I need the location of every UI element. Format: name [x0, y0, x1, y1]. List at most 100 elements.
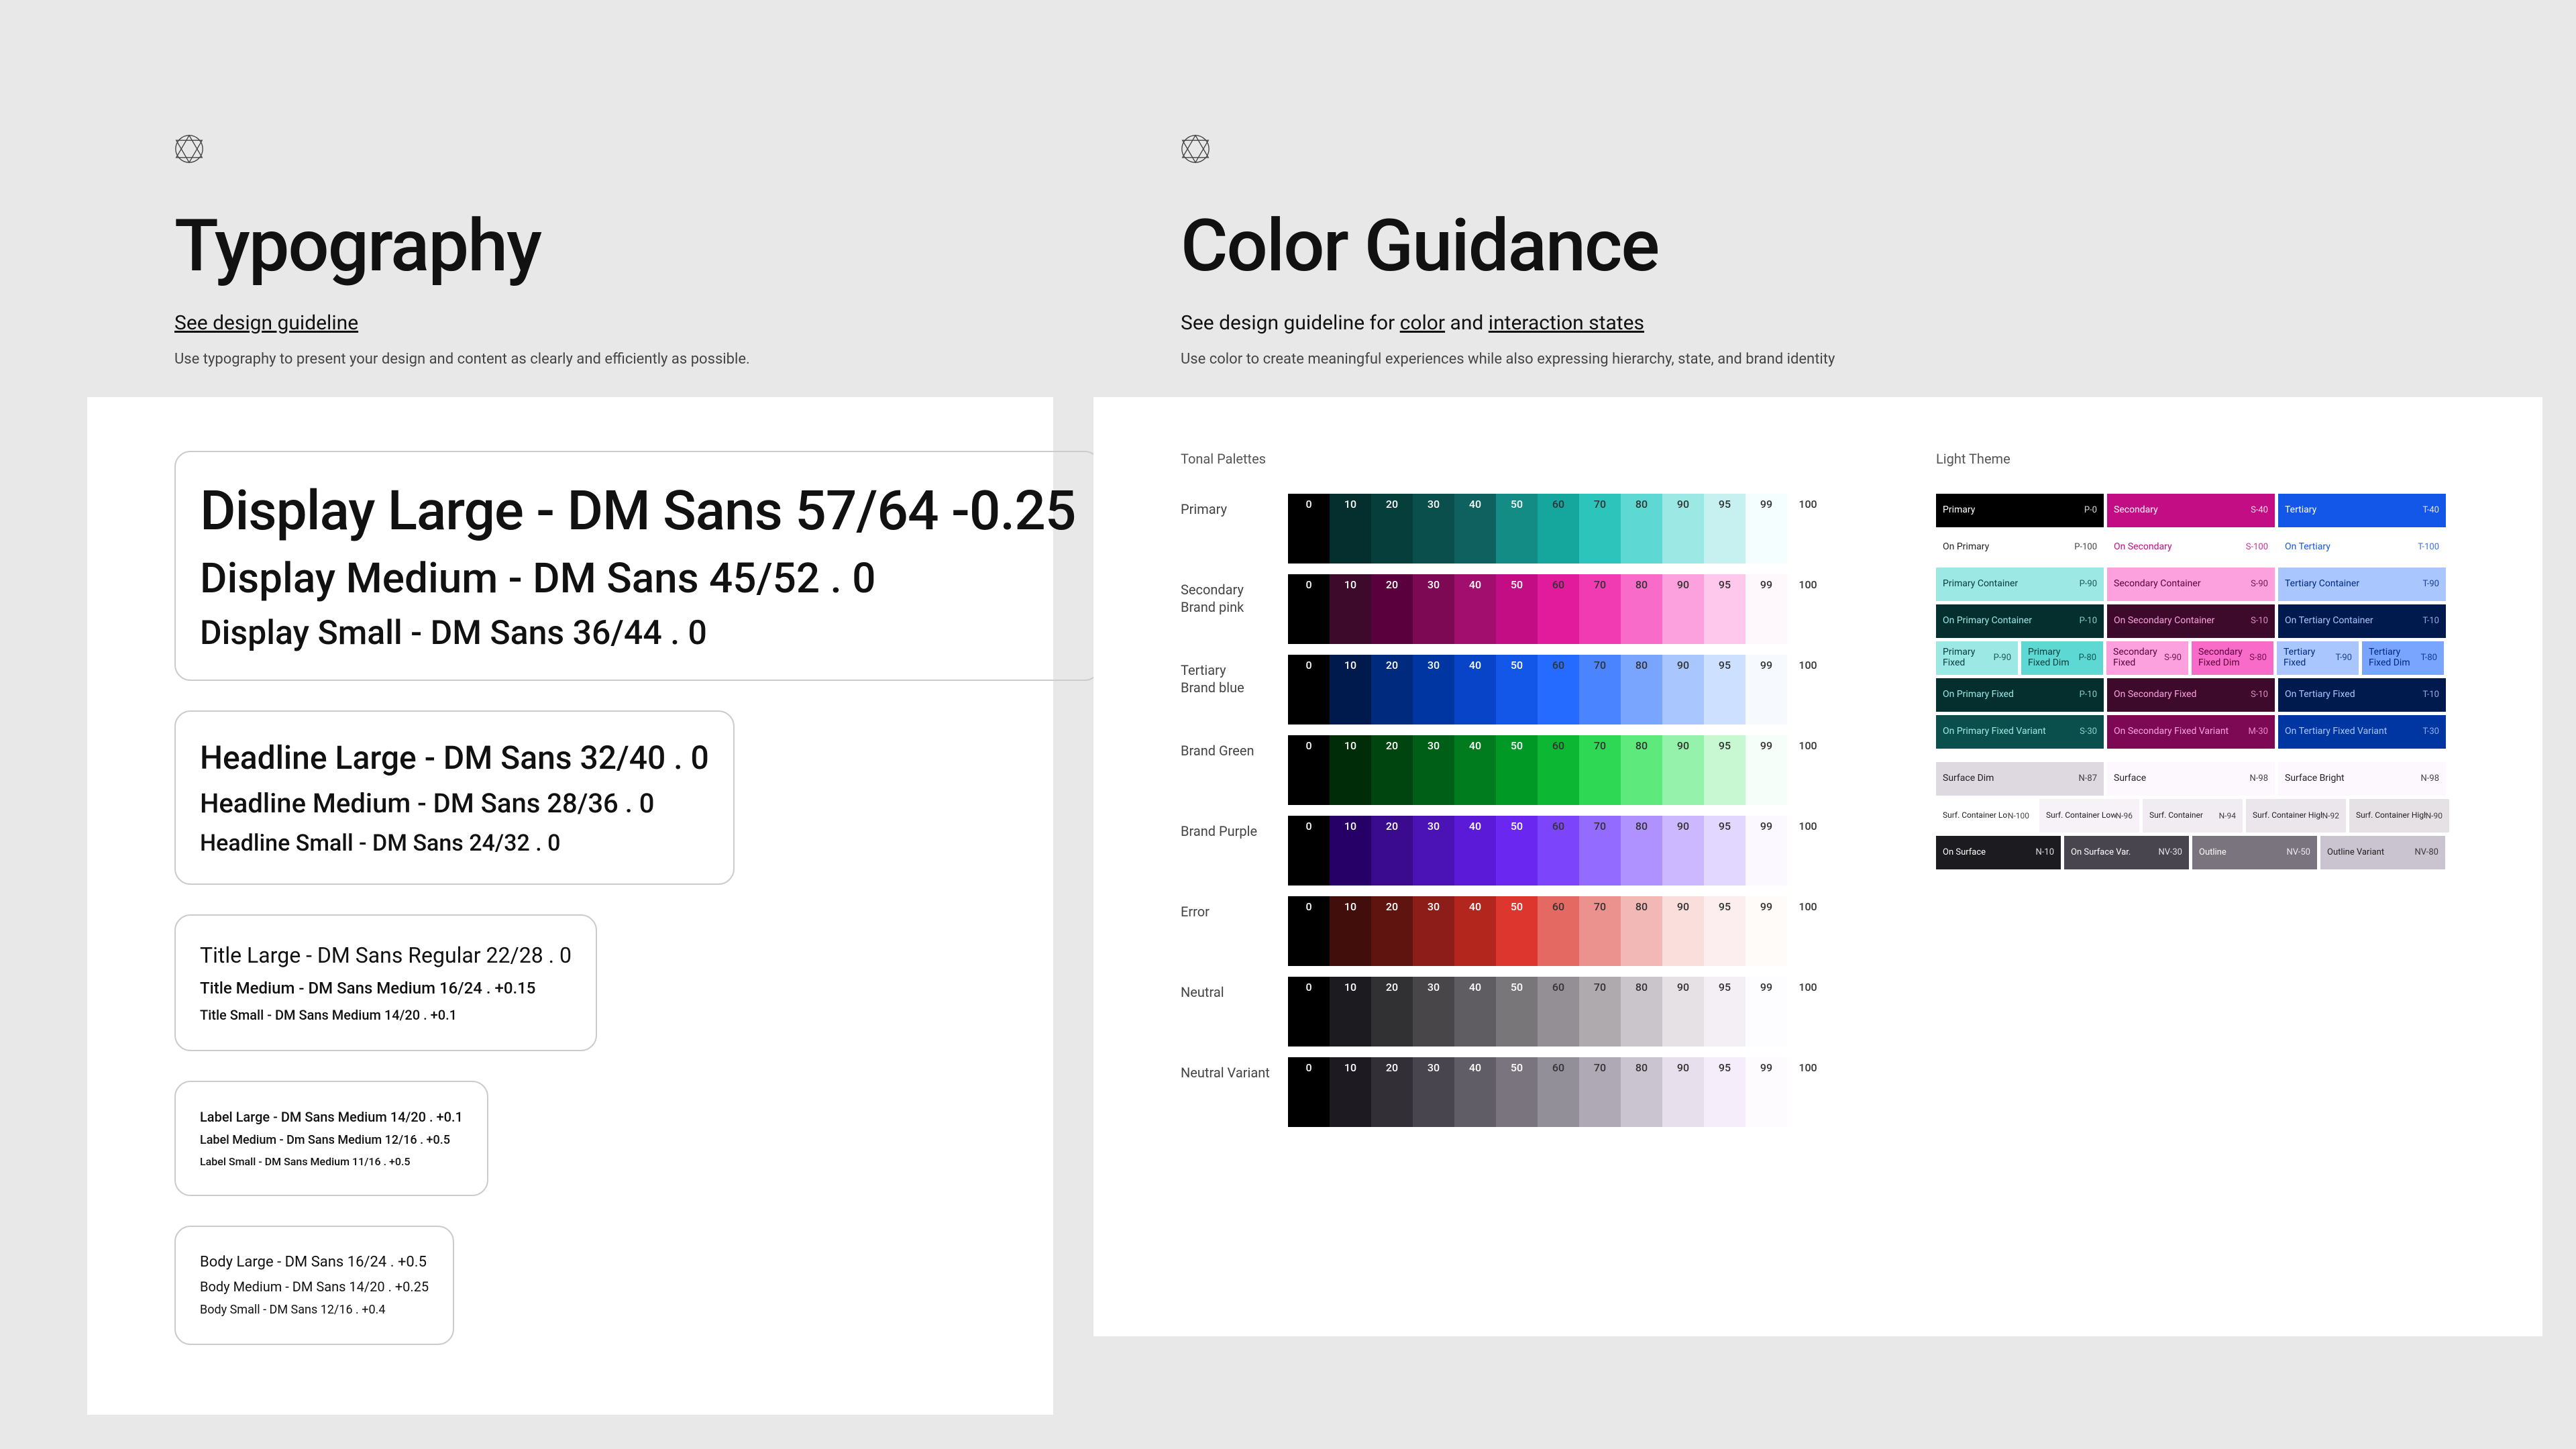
body-medium-spec: Body Medium - DM Sans 14/20 . +0.25	[200, 1279, 429, 1295]
swatch: 30	[1413, 494, 1454, 564]
title-large-spec: Title Large - DM Sans Regular 22/28 . 0	[200, 943, 572, 968]
swatch: 10	[1330, 816, 1371, 885]
swatch: 100	[1787, 896, 1829, 966]
headline-large-spec: Headline Large - DM Sans 32/40 . 0	[200, 739, 709, 777]
swatch: 99	[1746, 735, 1787, 805]
swatch-strip: 01020304050607080909599100	[1288, 816, 1829, 885]
material-logo-icon	[1181, 134, 1210, 164]
surface-cell: On Surface Var.NV-30	[2064, 836, 2189, 869]
swatch: 80	[1621, 977, 1662, 1046]
swatch: 30	[1413, 816, 1454, 885]
swatch: 80	[1621, 816, 1662, 885]
sub-prefix: See design guideline for	[1181, 311, 1400, 335]
swatch: 70	[1579, 574, 1621, 644]
swatch: 60	[1538, 977, 1579, 1046]
palette-row: Error01020304050607080909599100	[1181, 896, 1829, 966]
theme-cell: On TertiaryT-100	[2278, 531, 2446, 564]
theme-cell: Secondary Fixed DimS-80	[2192, 641, 2273, 675]
color-link[interactable]: color	[1400, 311, 1445, 335]
label-card: Label Large - DM Sans Medium 14/20 . +0.…	[174, 1081, 488, 1196]
display-large-spec: Display Large - DM Sans 57/64 -0.25	[200, 479, 1075, 543]
swatch: 20	[1371, 896, 1413, 966]
swatch: 80	[1621, 494, 1662, 564]
swatch: 10	[1330, 896, 1371, 966]
swatch-strip: 01020304050607080909599100	[1288, 896, 1829, 966]
swatch: 30	[1413, 574, 1454, 644]
surface-cell: Surf. Container LowestN-100	[1936, 799, 2036, 833]
page-title: Typography	[174, 204, 966, 288]
surface-cell: Outline VariantNV-80	[2320, 836, 2445, 869]
swatch: 70	[1579, 655, 1621, 724]
swatch: 30	[1413, 655, 1454, 724]
swatch: 50	[1496, 816, 1538, 885]
typography-page: Typography See design guideline Use typo…	[87, 54, 1053, 1415]
swatch: 90	[1662, 977, 1704, 1046]
theme-cell: On Tertiary Fixed VariantT-30	[2278, 715, 2446, 749]
swatch: 95	[1704, 655, 1746, 724]
body-small-spec: Body Small - DM Sans 12/16 . +0.4	[200, 1303, 429, 1317]
swatch: 60	[1538, 816, 1579, 885]
swatch: 30	[1413, 735, 1454, 805]
tonal-palettes-label: Tonal Palettes	[1181, 451, 1829, 467]
swatch: 40	[1454, 1057, 1496, 1127]
theme-cell: On PrimaryP-100	[1936, 531, 2104, 564]
swatch-strip: 01020304050607080909599100	[1288, 1057, 1829, 1127]
theme-cell: Tertiary Fixed DimT-80	[2362, 641, 2444, 675]
swatch-strip: 01020304050607080909599100	[1288, 574, 1829, 644]
label-small-spec: Label Small - DM Sans Medium 11/16 . +0.…	[200, 1155, 463, 1168]
swatch: 0	[1288, 574, 1330, 644]
swatch: 80	[1621, 735, 1662, 805]
swatch: 0	[1288, 896, 1330, 966]
theme-cell: On Secondary ContainerS-10	[2107, 604, 2275, 638]
theme-cell: Secondary FixedS-90	[2106, 641, 2188, 675]
title-medium-spec: Title Medium - DM Sans Medium 16/24 . +0…	[200, 979, 572, 998]
swatch: 70	[1579, 494, 1621, 564]
palette-row: Brand Green01020304050607080909599100	[1181, 735, 1829, 805]
label-large-spec: Label Large - DM Sans Medium 14/20 . +0.…	[200, 1109, 463, 1125]
swatch: 40	[1454, 896, 1496, 966]
swatch: 80	[1621, 1057, 1662, 1127]
page-title: Color Guidance	[1181, 204, 2455, 288]
swatch: 70	[1579, 977, 1621, 1046]
swatch: 60	[1538, 735, 1579, 805]
surface-cell: SurfaceN-98	[2107, 762, 2275, 796]
swatch: 95	[1704, 977, 1746, 1046]
label-medium-spec: Label Medium - Dm Sans Medium 12/16 . +0…	[200, 1133, 463, 1147]
theme-cell: Primary ContainerP-90	[1936, 568, 2104, 601]
swatch: 60	[1538, 655, 1579, 724]
headline-medium-spec: Headline Medium - DM Sans 28/36 . 0	[200, 788, 709, 819]
swatch: 90	[1662, 1057, 1704, 1127]
swatch: 95	[1704, 735, 1746, 805]
swatch: 50	[1496, 896, 1538, 966]
swatch-strip: 01020304050607080909599100	[1288, 655, 1829, 724]
swatch: 20	[1371, 574, 1413, 644]
theme-cell: On Secondary FixedS-10	[2107, 678, 2275, 712]
swatch: 0	[1288, 1057, 1330, 1127]
swatch: 95	[1704, 494, 1746, 564]
theme-cell: SecondaryS-40	[2107, 494, 2275, 527]
palette-row: Tertiary Brand blue010203040506070809095…	[1181, 655, 1829, 724]
interaction-states-link[interactable]: interaction states	[1489, 311, 1644, 335]
color-sub: Use color to create meaningful experienc…	[1181, 350, 2455, 370]
guideline-link[interactable]: See design guideline	[174, 311, 358, 335]
palette-row: Neutral01020304050607080909599100	[1181, 977, 1829, 1046]
swatch: 30	[1413, 1057, 1454, 1127]
swatch: 80	[1621, 574, 1662, 644]
swatch: 20	[1371, 494, 1413, 564]
surface-cell: Surf. Container LowN-96	[2039, 799, 2139, 833]
swatch: 0	[1288, 816, 1330, 885]
swatch: 20	[1371, 735, 1413, 805]
swatch: 99	[1746, 655, 1787, 724]
swatch: 40	[1454, 816, 1496, 885]
swatch: 95	[1704, 816, 1746, 885]
swatch: 70	[1579, 735, 1621, 805]
theme-cell: On Primary ContainerP-10	[1936, 604, 2104, 638]
theme-cell: On Tertiary FixedT-10	[2278, 678, 2446, 712]
swatch: 100	[1787, 574, 1829, 644]
swatch: 30	[1413, 896, 1454, 966]
palette-label: Tertiary Brand blue	[1181, 655, 1288, 696]
swatch: 50	[1496, 977, 1538, 1046]
theme-cell: On Primary FixedP-10	[1936, 678, 2104, 712]
swatch: 90	[1662, 735, 1704, 805]
surface-cell: Surf. ContainerN-94	[2143, 799, 2243, 833]
